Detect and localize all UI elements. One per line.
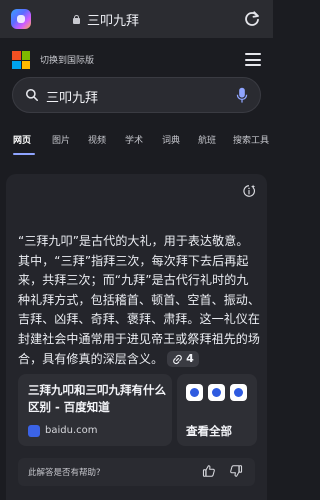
reload-icon[interactable]: [243, 10, 261, 28]
search-box[interactable]: 三叩九拜: [12, 77, 261, 113]
tab-videos[interactable]: 视频: [88, 133, 106, 146]
feedback-bar: 此解答是否有帮助?: [18, 458, 255, 486]
source-title[interactable]: 三拜九叩和三叩九拜有什么区别 - 百度知道: [28, 382, 166, 416]
tab-flights[interactable]: 航班: [198, 133, 216, 146]
active-tab-indicator: [13, 153, 35, 155]
source-card[interactable]: 三拜九叩和三叩九拜有什么区别 - 百度知道 baidu.com: [18, 374, 172, 446]
answer-text: “三拜九叩”是古代的大礼，用于表达敬意。其中，“三拜”指拜三次，每次拜下去后再起…: [18, 232, 260, 369]
search-icon[interactable]: [25, 88, 39, 102]
ai-answer-card: “三拜九叩”是古代的大礼，用于表达敬意。其中，“三拜”指拜三次，每次拜下去后再起…: [6, 174, 267, 500]
citation-badge[interactable]: 4: [167, 351, 199, 368]
thumbs-up-icon[interactable]: [202, 464, 216, 478]
answer-body: “三拜九叩”是古代的大礼，用于表达敬意。其中，“三拜”指拜三次，每次拜下去后再起…: [18, 234, 261, 366]
view-all-card[interactable]: 查看全部: [177, 374, 257, 446]
tab-search-tools[interactable]: 搜索工具: [233, 133, 269, 146]
lock-icon: [72, 14, 81, 24]
baidu-favicon-icon: [28, 425, 40, 437]
menu-icon[interactable]: [245, 53, 261, 66]
search-input[interactable]: 三叩九拜: [46, 87, 98, 106]
link-icon: [173, 354, 182, 364]
source-domain: baidu.com: [45, 425, 98, 436]
address-text[interactable]: 三叩九拜: [87, 10, 139, 29]
tab-dictionary[interactable]: 词典: [162, 133, 180, 146]
tab-images[interactable]: 图片: [52, 133, 70, 146]
baidu-paw-icon: [208, 384, 225, 401]
tab-academic[interactable]: 学术: [125, 133, 143, 146]
thumbs-down-icon[interactable]: [229, 464, 243, 478]
view-all-label[interactable]: 查看全部: [186, 423, 232, 439]
feedback-question: 此解答是否有帮助?: [28, 468, 101, 478]
microsoft-logo-icon[interactable]: [12, 51, 30, 69]
tab-web[interactable]: 网页: [13, 133, 31, 146]
browser-toolbar: 三叩九拜: [0, 0, 273, 38]
search-tabs: 网页 图片 视频 学术 词典 航班 搜索工具: [0, 128, 273, 154]
ai-sparkle-info-icon[interactable]: [242, 184, 256, 198]
baidu-paw-icon: [186, 384, 203, 401]
switch-international-link[interactable]: 切换到国际版: [40, 53, 94, 66]
copilot-icon[interactable]: [11, 9, 31, 29]
address-bar[interactable]: 三叩九拜: [72, 10, 139, 29]
citation-count: 4: [186, 352, 194, 366]
baidu-paw-icon: [230, 384, 247, 401]
microphone-icon[interactable]: [236, 87, 248, 104]
